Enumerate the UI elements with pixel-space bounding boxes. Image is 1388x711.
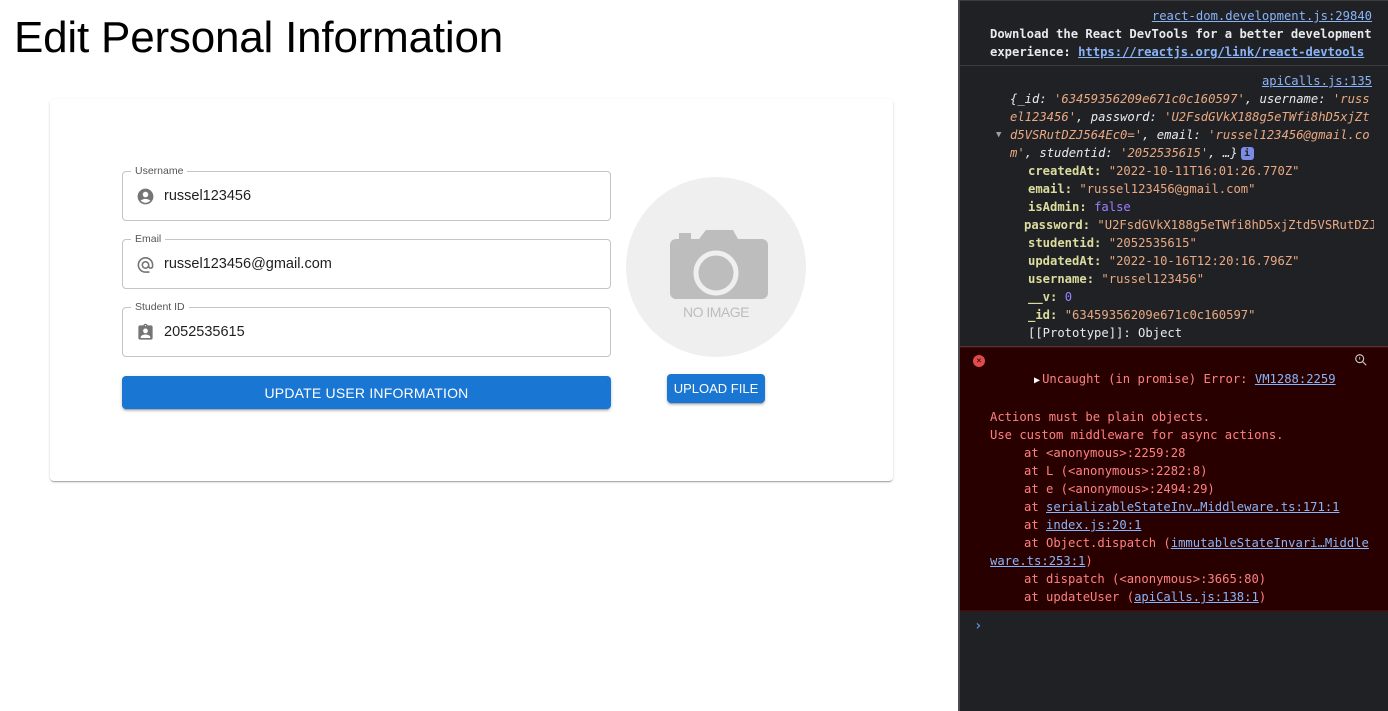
email-label: Email [131, 232, 166, 246]
at-sign-icon [136, 255, 155, 274]
camera-icon: NO IMAGE [670, 230, 768, 320]
source-link[interactable]: react-dom.development.js:29840 [990, 7, 1372, 25]
stack-frame-link[interactable]: apiCalls.js:138:1 [1134, 590, 1259, 604]
stack-frame: at Object.dispatch (immutableStateInvari… [990, 536, 1369, 568]
expand-triangle-icon[interactable]: ▶ [1034, 375, 1040, 386]
property-row: isAdmin: false [1028, 200, 1131, 214]
email-input[interactable] [164, 240, 594, 288]
upload-file-button[interactable]: UPLOAD FILE [667, 374, 765, 403]
react-devtools-link[interactable]: https://reactjs.org/link/react-devtools [1078, 45, 1364, 59]
property-row: __v: 0 [1028, 290, 1073, 304]
console-message-object: apiCalls.js:135 ▼ {_id: '63459356209e671… [960, 66, 1388, 347]
object-summary[interactable]: ▼ {_id: '63459356209e671c0c160597', user… [990, 90, 1374, 162]
property-row[interactable]: password: "U2FsdGVkX188g5eTWfi8hD5xjZtd5… [1024, 216, 1374, 234]
stack-trace: at <anonymous>:2259:28 at L (<anonymous>… [990, 444, 1374, 606]
prototype-label: [[Prototype]]: Object [1028, 326, 1183, 340]
info-icon[interactable]: i [1240, 147, 1254, 160]
app-page: Edit Personal Information Username Email… [0, 0, 958, 711]
account-circle-icon [136, 187, 155, 206]
console-error-message: ✕ ▶ Uncaught (in promise) Error: VM1288:2… [960, 347, 1388, 611]
student-id-input[interactable] [164, 308, 594, 356]
error-source-link[interactable]: VM1288:2259 [1255, 372, 1336, 386]
property-row: updatedAt: "2022-10-16T12:20:16.796Z" [1028, 254, 1300, 268]
property-row: studentid: "2052535615" [1028, 236, 1197, 250]
edit-profile-card: Username Email Student ID UPDATE USER IN… [50, 99, 893, 481]
stack-frame-link[interactable]: index.js:20:1 [1046, 518, 1141, 532]
source-link[interactable]: apiCalls.js:135 [990, 72, 1372, 90]
devtools-console: react-dom.development.js:29840 Download … [958, 0, 1388, 711]
prompt-chevron-icon: › [974, 618, 983, 634]
console-message-react-devtools: react-dom.development.js:29840 Download … [960, 0, 1388, 66]
summary-key: _id [1017, 92, 1040, 106]
summary-value: '2052535615' [1120, 146, 1209, 160]
stack-frame: at <anonymous>:2259:28 [1024, 446, 1186, 460]
search-icon[interactable] [1354, 353, 1368, 367]
badge-icon [136, 323, 155, 342]
summary-value: '63459356209e671c0c160597' [1054, 92, 1245, 106]
email-field[interactable]: Email [122, 232, 611, 289]
prototype-row[interactable]: ▶ [[Prototype]]: Object [1028, 324, 1374, 342]
stack-frame: at L (<anonymous>:2282:8) [1024, 464, 1208, 478]
expand-triangle-icon[interactable]: ▼ [996, 126, 1001, 144]
student-id-field[interactable]: Student ID [122, 300, 611, 357]
summary-ellipsis: …} [1222, 146, 1238, 160]
error-header: Uncaught (in promise) Error: [1042, 372, 1255, 386]
object-properties: createdAt: "2022-10-11T16:01:26.770Z" em… [990, 162, 1374, 342]
update-user-information-button[interactable]: UPDATE USER INFORMATION [122, 376, 611, 409]
stack-frame: at serializableStateInv…Middleware.ts:17… [1024, 500, 1340, 514]
property-row: _id: "63459356209e671c0c160597" [1028, 308, 1256, 322]
error-icon: ✕ [973, 355, 985, 367]
stack-frame: at updateUser (apiCalls.js:138:1) [1024, 590, 1267, 604]
avatar-placeholder: NO IMAGE [626, 177, 806, 357]
property-row: username: "russel123456" [1028, 272, 1205, 286]
page-title: Edit Personal Information [14, 13, 504, 62]
property-row: email: "russel123456@gmail.com" [1028, 182, 1256, 196]
property-row: createdAt: "2022-10-11T16:01:26.770Z" [1028, 164, 1300, 178]
summary-key: username [1259, 92, 1319, 106]
summary-key: email [1156, 128, 1194, 142]
stack-frame: at e (<anonymous>:2494:29) [1024, 482, 1215, 496]
username-input[interactable] [164, 172, 594, 220]
error-line: Use custom middleware for async actions. [990, 428, 1284, 442]
stack-frame: at index.js:20:1 [1024, 518, 1142, 532]
stack-frame: at dispatch (<anonymous>:3665:80) [1024, 572, 1267, 586]
no-image-text: NO IMAGE [683, 304, 749, 320]
error-line: Actions must be plain objects. [990, 410, 1211, 424]
summary-key: studentid [1039, 146, 1106, 160]
summary-key: password [1090, 110, 1150, 124]
console-prompt[interactable]: › [960, 611, 1388, 641]
stack-frame-link[interactable]: serializableStateInv…Middleware.ts:171:1 [1046, 500, 1340, 514]
username-field[interactable]: Username [122, 164, 611, 221]
